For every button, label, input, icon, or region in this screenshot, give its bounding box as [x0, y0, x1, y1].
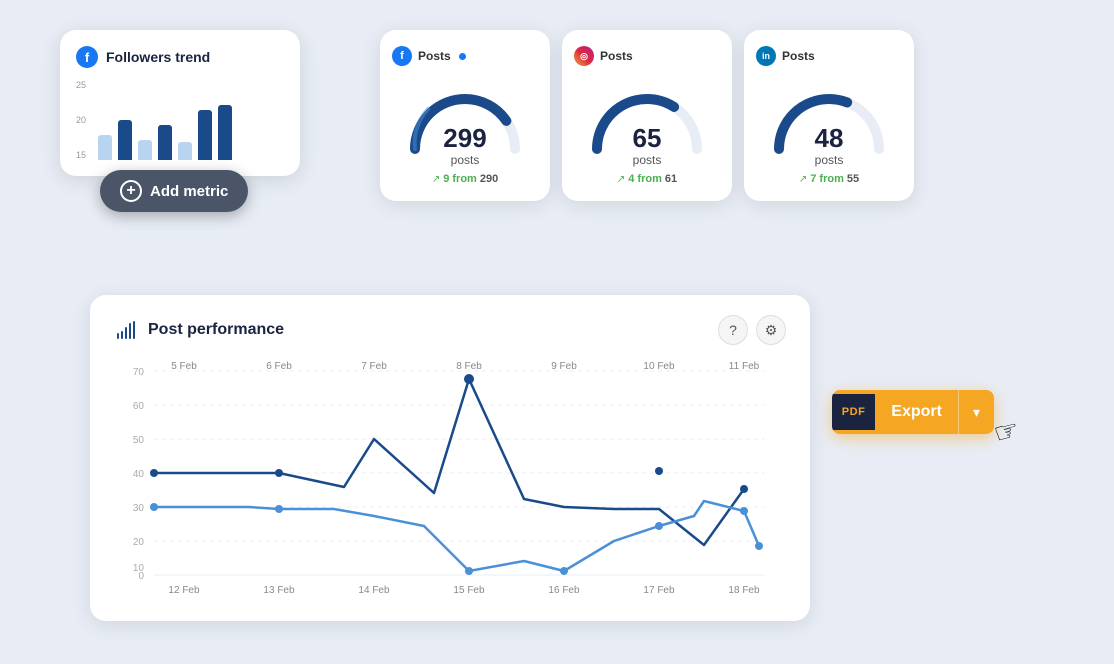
ig-change-base: 61 [665, 173, 677, 185]
svg-text:50: 50 [133, 435, 145, 446]
performance-title-wrap: Post performance [114, 318, 284, 342]
add-metric-button[interactable]: + Add metric [100, 170, 248, 212]
bars-container [76, 80, 284, 160]
li-value: 48 [815, 125, 844, 151]
posts-metrics-row: f Posts 299 posts ↗ 9 from 290 ◎ Posts [380, 30, 914, 201]
fb-change-base: 290 [480, 173, 498, 185]
performance-header: Post performance ? ⚙ [114, 315, 786, 345]
trend-up-icon: ↗ [432, 174, 440, 185]
bar [218, 105, 232, 160]
ig-card-label: Posts [600, 49, 633, 63]
trend-up-icon: ↗ [617, 174, 625, 185]
facebook-posts-card: f Posts 299 posts ↗ 9 from 290 [380, 30, 550, 201]
settings-button[interactable]: ⚙ [756, 315, 786, 345]
followers-trend-card: f Followers trend 25 20 15 [60, 30, 300, 176]
bar [158, 125, 172, 160]
svg-text:60: 60 [133, 401, 145, 412]
svg-text:20: 20 [133, 537, 145, 548]
fb-gauge: 299 [400, 74, 530, 149]
svg-text:12 Feb: 12 Feb [168, 585, 200, 596]
svg-text:11 Feb: 11 Feb [729, 361, 760, 372]
y-axis-labels: 25 20 15 [76, 80, 86, 160]
export-label: Export [875, 391, 958, 433]
help-button[interactable]: ? [718, 315, 748, 345]
fb-card-header: f Posts [392, 46, 538, 66]
li-unit: posts [756, 153, 902, 167]
svg-text:16 Feb: 16 Feb [548, 585, 580, 596]
bar [118, 120, 132, 160]
svg-text:6 Feb: 6 Feb [266, 361, 292, 372]
svg-text:14 Feb: 14 Feb [358, 585, 390, 596]
svg-text:9 Feb: 9 Feb [551, 361, 577, 372]
li-change-num: 7 from [810, 173, 844, 185]
li-gauge: 48 [764, 74, 894, 149]
facebook-icon: f [76, 46, 98, 68]
li-change-base: 55 [847, 173, 859, 185]
performance-chart-svg: 70 60 50 40 30 20 10 0 5 Feb 6 Feb 7 Feb… [114, 361, 786, 601]
svg-text:13 Feb: 13 Feb [263, 585, 295, 596]
fb-unit: posts [392, 153, 538, 167]
bar [138, 140, 152, 160]
followers-card-header: f Followers trend [76, 46, 284, 68]
li-card-header: in Posts [756, 46, 902, 66]
trend-up-icon: ↗ [799, 174, 807, 185]
facebook-platform-icon: f [392, 46, 412, 66]
linkedin-posts-card: in Posts 48 posts ↗ 7 from 55 [744, 30, 914, 201]
svg-text:10 Feb: 10 Feb [643, 361, 675, 372]
fb-value: 299 [443, 125, 486, 151]
ig-change-num: 4 from [628, 173, 662, 185]
export-button[interactable]: PDF Export ▾ [832, 390, 994, 434]
bar [198, 110, 212, 160]
fb-change: ↗ 9 from 290 [392, 173, 538, 185]
svg-text:30: 30 [133, 503, 145, 514]
svg-text:40: 40 [133, 469, 145, 480]
svg-text:8 Feb: 8 Feb [456, 361, 482, 372]
svg-text:7 Feb: 7 Feb [361, 361, 387, 372]
post-performance-card: Post performance ? ⚙ 70 60 50 40 30 20 1… [90, 295, 810, 621]
fb-card-label: Posts [418, 49, 451, 63]
ig-change: ↗ 4 from 61 [574, 173, 720, 185]
svg-text:15 Feb: 15 Feb [453, 585, 485, 596]
svg-text:5 Feb: 5 Feb [171, 361, 197, 372]
ig-gauge: 65 [582, 74, 712, 149]
ig-card-header: ◎ Posts [574, 46, 720, 66]
svg-text:17 Feb: 17 Feb [643, 585, 675, 596]
performance-icon [114, 318, 138, 342]
bar [98, 135, 112, 160]
li-card-label: Posts [782, 49, 815, 63]
cursor-pointer: ☞ [990, 412, 1023, 450]
fb-change-num: 9 from [443, 173, 477, 185]
svg-text:0: 0 [138, 571, 144, 582]
plus-circle-icon: + [120, 180, 142, 202]
add-metric-label: Add metric [150, 183, 228, 200]
svg-text:70: 70 [133, 367, 145, 378]
performance-chart: 70 60 50 40 30 20 10 0 5 Feb 6 Feb 7 Feb… [114, 361, 786, 601]
svg-text:18 Feb: 18 Feb [728, 585, 760, 596]
followers-chart-area: 25 20 15 [76, 80, 284, 160]
export-chevron-icon: ▾ [959, 392, 994, 433]
instagram-posts-card: ◎ Posts 65 posts ↗ 4 from 61 [562, 30, 732, 201]
performance-title: Post performance [148, 321, 284, 339]
followers-card-title: Followers trend [106, 49, 210, 65]
ig-value: 65 [633, 125, 662, 151]
li-change: ↗ 7 from 55 [756, 173, 902, 185]
ig-unit: posts [574, 153, 720, 167]
export-pdf-label: PDF [832, 394, 876, 430]
linkedin-platform-icon: in [756, 46, 776, 66]
metric-active-dot [459, 53, 466, 60]
performance-controls: ? ⚙ [718, 315, 786, 345]
instagram-platform-icon: ◎ [574, 46, 594, 66]
bar [178, 142, 192, 160]
